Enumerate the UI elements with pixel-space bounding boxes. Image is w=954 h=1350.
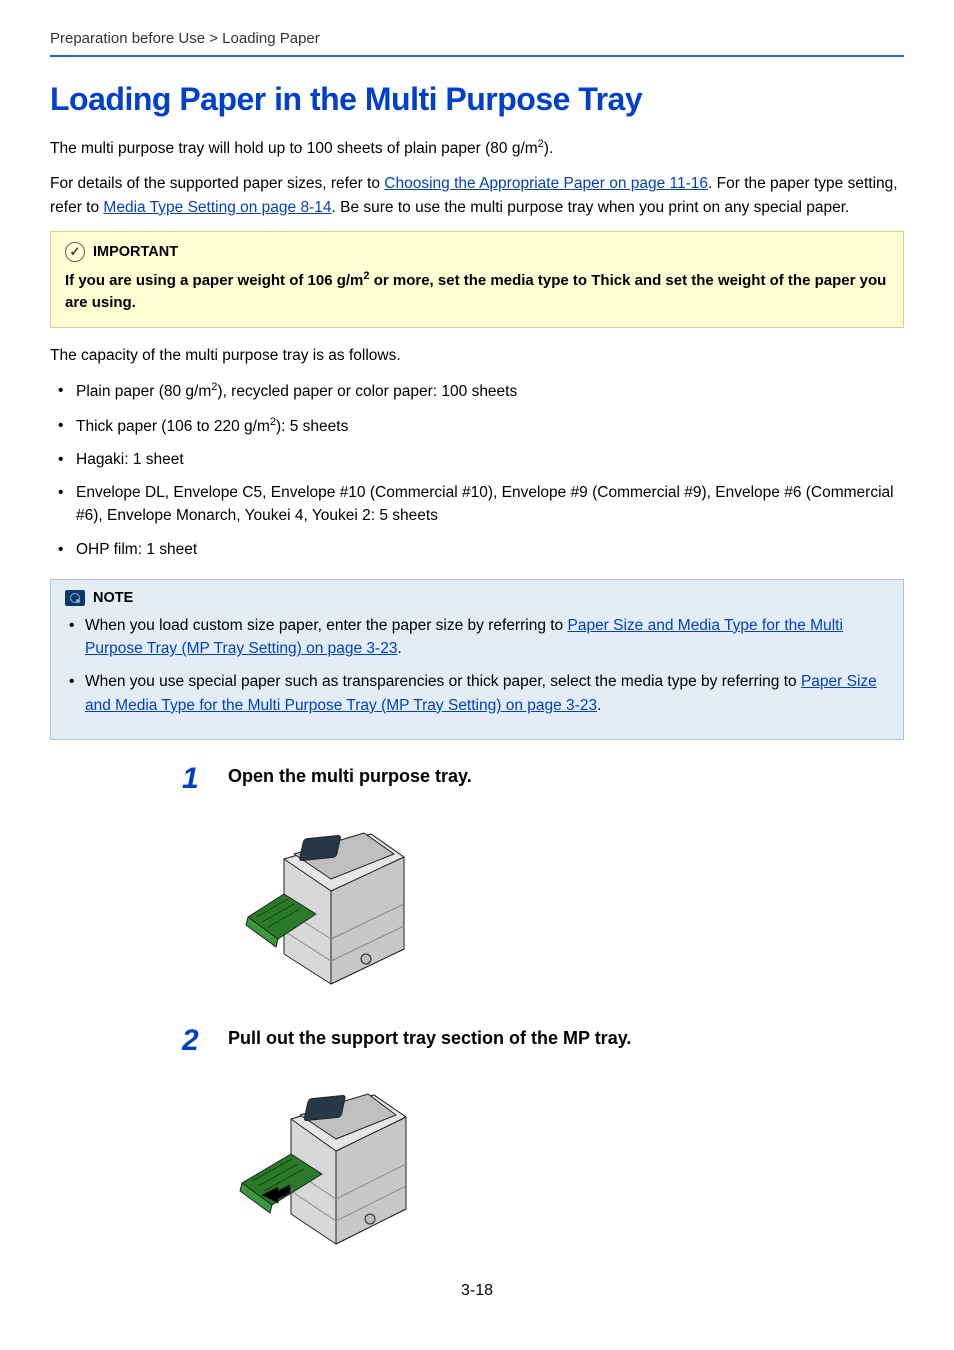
- capacity-list: Plain paper (80 g/m2), recycled paper or…: [50, 379, 904, 561]
- important-body: If you are using a paper weight of 106 g…: [65, 268, 889, 315]
- important-box: ✓ IMPORTANT If you are using a paper wei…: [50, 231, 904, 328]
- list-item: When you use special paper such as trans…: [65, 670, 889, 717]
- intro-paragraph-1: The multi purpose tray will hold up to 1…: [50, 136, 904, 160]
- link-media-type-setting[interactable]: Media Type Setting on page 8-14: [103, 199, 331, 216]
- page-number: 3-18: [0, 1282, 954, 1300]
- important-label: IMPORTANT: [93, 244, 178, 260]
- printer-illustration: [236, 1061, 426, 1256]
- list-item: When you load custom size paper, enter t…: [65, 614, 889, 661]
- printer-illustration: [236, 799, 426, 994]
- step-title: Open the multi purpose tray.: [228, 766, 904, 787]
- check-icon: ✓: [65, 242, 85, 262]
- step-title: Pull out the support tray section of the…: [228, 1028, 904, 1049]
- list-item: Hagaki: 1 sheet: [50, 448, 904, 471]
- link-choosing-paper[interactable]: Choosing the Appropriate Paper on page 1…: [384, 175, 708, 192]
- note-icon: [65, 590, 85, 606]
- list-item: Plain paper (80 g/m2), recycled paper or…: [50, 379, 904, 403]
- list-item: Thick paper (106 to 220 g/m2): 5 sheets: [50, 414, 904, 438]
- breadcrumb: Preparation before Use > Loading Paper: [50, 30, 904, 57]
- step-2: 2 Pull out the support tray section of t…: [182, 1026, 904, 1282]
- list-item: OHP film: 1 sheet: [50, 538, 904, 561]
- list-item: Envelope DL, Envelope C5, Envelope #10 (…: [50, 481, 904, 528]
- note-box: NOTE When you load custom size paper, en…: [50, 579, 904, 740]
- intro-paragraph-2: For details of the supported paper sizes…: [50, 172, 904, 219]
- step-number: 2: [182, 1026, 204, 1282]
- capacity-intro: The capacity of the multi purpose tray i…: [50, 344, 904, 367]
- page-title: Loading Paper in the Multi Purpose Tray: [50, 81, 904, 118]
- note-label: NOTE: [93, 590, 133, 606]
- step-number: 1: [182, 764, 204, 1020]
- step-1: 1 Open the multi purpose tray.: [182, 764, 904, 1020]
